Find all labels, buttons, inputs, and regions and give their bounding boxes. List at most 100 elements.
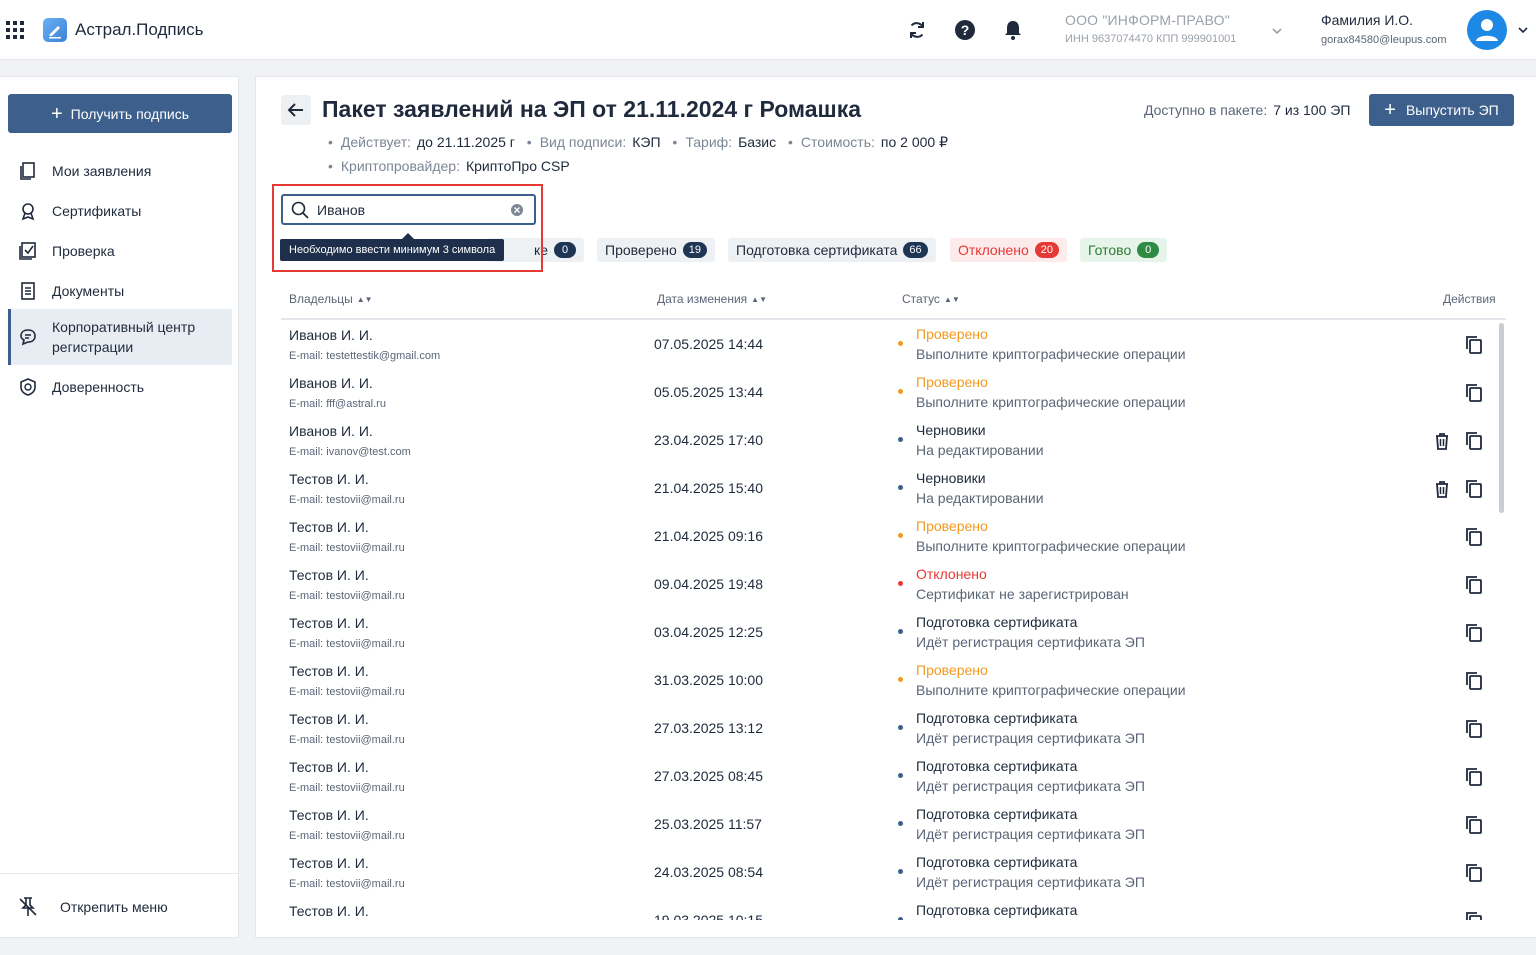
status-label: Подготовка сертификата — [916, 854, 1078, 870]
copy-icon[interactable] — [1463, 814, 1485, 836]
status-label: Проверено — [916, 662, 988, 678]
search-input[interactable] — [317, 200, 507, 220]
owner-name: Иванов И. И. — [289, 327, 373, 343]
copy-icon[interactable] — [1463, 766, 1485, 788]
avatar[interactable] — [1467, 10, 1507, 50]
table-row[interactable]: Тестов И. И. E-mail: testovii@mail.ru 25.0… — [281, 800, 1506, 848]
organization-selector[interactable]: ООО "ИНФОРМ-ПРАВО" ИНН 9637074470 КПП 99… — [1065, 12, 1236, 45]
change-date: 27.03.2025 13:12 — [654, 720, 763, 736]
user-info[interactable]: Фамилия И.О. gorax84580@leupus.com — [1321, 12, 1447, 46]
column-header-status[interactable]: Статус ▲▼ — [902, 292, 960, 306]
unpin-menu-button[interactable]: Открепить меню — [16, 895, 168, 919]
table-row[interactable]: Тестов И. И. 19.03.2025 10:15 Подготовка с… — [281, 896, 1506, 920]
status-label: Подготовка сертификата — [916, 902, 1078, 918]
table-row[interactable]: Тестов И. И. E-mail: testovii@mail.ru 31.0… — [281, 656, 1506, 704]
meta-value: по 2 000 ₽ — [880, 134, 948, 150]
copy-icon[interactable] — [1463, 382, 1485, 404]
sidebar-item-certificates[interactable]: Сертификаты — [8, 197, 232, 225]
status-description: Выполните криптографические операции — [916, 346, 1186, 362]
copy-icon[interactable] — [1463, 622, 1485, 644]
table-row[interactable]: Иванов И. И. E-mail: fff@astral.ru 05.05.2… — [281, 368, 1506, 416]
copy-icon[interactable] — [1463, 430, 1485, 452]
apps-grid-icon[interactable] — [6, 21, 24, 39]
copy-icon[interactable] — [1463, 334, 1485, 356]
copy-icon[interactable] — [1463, 526, 1485, 548]
plus-icon: + — [50, 102, 63, 125]
status-description: Выполните криптографические операции — [916, 682, 1186, 698]
filter-chip-ready[interactable]: Готово 0 — [1080, 238, 1168, 262]
document-icon — [21, 282, 35, 300]
user-email: gorax84580@leupus.com — [1321, 34, 1447, 46]
copy-icon[interactable] — [1463, 862, 1485, 884]
table-row[interactable]: Тестов И. И. E-mail: testovii@mail.ru 21.0… — [281, 512, 1506, 560]
change-date: 21.04.2025 09:16 — [654, 528, 763, 544]
filter-count: 19 — [682, 242, 708, 258]
table-row[interactable]: Тестов И. И. E-mail: testovii@mail.ru 21.0… — [281, 464, 1506, 512]
get-signature-button[interactable]: + Получить подпись — [8, 94, 232, 133]
column-header-owners[interactable]: Владельцы ▲▼ — [289, 292, 373, 306]
owner-email: E-mail: testovii@mail.ru — [289, 782, 405, 794]
chevron-down-icon[interactable] — [1516, 23, 1530, 37]
arrow-left-icon — [287, 103, 303, 117]
table-row[interactable]: Иванов И. И. E-mail: testettestik@gmail.c… — [281, 320, 1506, 368]
table-row[interactable]: Тестов И. И. E-mail: testovii@mail.ru 27.0… — [281, 704, 1506, 752]
owner-name: Тестов И. И. — [289, 567, 369, 583]
scrollbar-thumb[interactable] — [1499, 323, 1504, 513]
status-dot — [898, 869, 903, 874]
copy-icon[interactable] — [1463, 574, 1485, 596]
notifications-bell-icon[interactable] — [1001, 18, 1025, 42]
sidebar-item-verification[interactable]: Проверка — [8, 237, 232, 265]
filter-chip-preparation[interactable]: Подготовка сертификата 66 — [728, 238, 936, 262]
status-dot — [898, 437, 903, 442]
change-date: 03.04.2025 12:25 — [654, 624, 763, 640]
status-description: На редактировании — [916, 490, 1044, 506]
owner-email: E-mail: testovii@mail.ru — [289, 638, 405, 650]
status-description: Идёт регистрация сертификата ЭП — [916, 874, 1145, 890]
table-row[interactable]: Иванов И. И. E-mail: ivanov@test.com 23.04… — [281, 416, 1506, 464]
change-date: 31.03.2025 10:00 — [654, 672, 763, 688]
owner-name: Тестов И. И. — [289, 711, 369, 727]
sidebar-item-power-of-attorney[interactable]: Доверенность — [8, 373, 232, 401]
sidebar-item-my-applications[interactable]: Мои заявления — [8, 157, 232, 185]
sidebar-item-corporate-center[interactable]: Корпоративный центр регистрации — [8, 309, 232, 365]
column-header-label: Статус — [902, 292, 940, 306]
filter-chip-rejected[interactable]: Отклонено 20 — [950, 238, 1067, 262]
help-icon[interactable]: ? — [953, 18, 977, 42]
sidebar-item-documents[interactable]: Документы — [8, 277, 232, 305]
copy-icon[interactable] — [1463, 670, 1485, 692]
owner-email: E-mail: ivanov@test.com — [289, 446, 411, 458]
status-description: На редактировании — [916, 442, 1044, 458]
status-label: Черновики — [916, 422, 986, 438]
back-button[interactable] — [281, 95, 311, 125]
column-header-label: Владельцы — [289, 292, 353, 306]
refresh-icon[interactable] — [905, 18, 929, 42]
filter-chip-checked[interactable]: Проверено 19 — [597, 238, 716, 262]
meta-label: Криптопровайдер: — [340, 158, 460, 174]
chevron-down-icon[interactable] — [1270, 24, 1284, 38]
column-header-date[interactable]: Дата изменения ▲▼ — [657, 292, 767, 306]
issue-signature-label: Выпустить ЭП — [1405, 102, 1499, 118]
owner-email: E-mail: testettestik@gmail.com — [289, 350, 441, 362]
issue-signature-button[interactable]: + Выпустить ЭП — [1369, 94, 1514, 126]
applications-table: Иванов И. И. E-mail: testettestik@gmail.c… — [281, 320, 1506, 920]
search-field[interactable] — [281, 194, 536, 225]
copy-icon[interactable] — [1463, 910, 1485, 920]
search-icon — [291, 201, 309, 219]
copy-icon[interactable] — [1463, 478, 1485, 500]
sort-icon: ▲▼ — [943, 295, 960, 304]
status-label: Подготовка сертификата — [916, 806, 1078, 822]
column-header-label: Действия — [1443, 292, 1496, 306]
svg-text:?: ? — [961, 22, 970, 38]
table-row[interactable]: Тестов И. И. E-mail: testovii@mail.ru 27.0… — [281, 752, 1506, 800]
sidebar-item-label: Доверенность — [52, 379, 145, 395]
status-dot — [898, 677, 903, 682]
trash-icon[interactable] — [1431, 478, 1453, 500]
logo-icon — [43, 18, 67, 42]
clear-icon[interactable] — [510, 203, 524, 217]
trash-icon[interactable] — [1431, 430, 1453, 452]
table-row[interactable]: Тестов И. И. E-mail: testovii@mail.ru 24.0… — [281, 848, 1506, 896]
table-row[interactable]: Тестов И. И. E-mail: testovii@mail.ru 03.0… — [281, 608, 1506, 656]
sidebar-item-label: Корпоративный центр регистрации — [52, 319, 196, 355]
table-row[interactable]: Тестов И. И. E-mail: testovii@mail.ru 09.0… — [281, 560, 1506, 608]
copy-icon[interactable] — [1463, 718, 1485, 740]
